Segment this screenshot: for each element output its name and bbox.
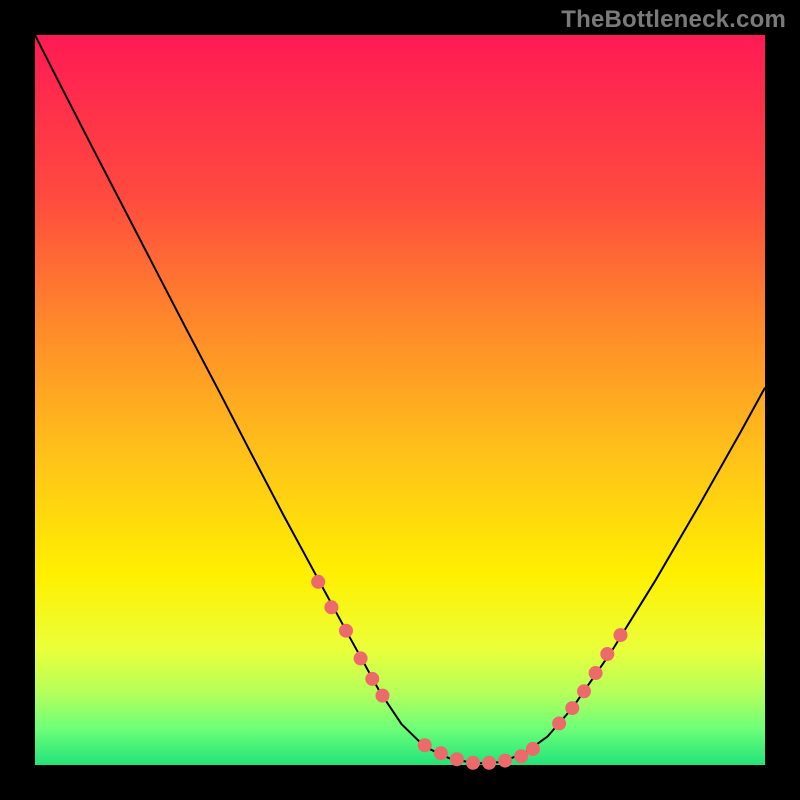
dot [498,754,512,768]
dot [354,651,368,665]
dot [514,749,528,763]
watermark-text: TheBottleneck.com [561,6,786,34]
dot [418,738,432,752]
dot [365,672,379,686]
dot [324,600,338,614]
dot [526,742,540,756]
bottleneck-chart [0,0,800,800]
plot-background [35,35,765,765]
dot [339,624,353,638]
dot [482,756,496,770]
dot [466,756,480,770]
dot [589,666,603,680]
dot [614,628,628,642]
dot [600,647,614,661]
dot [376,689,390,703]
dot [311,575,325,589]
dot [552,716,566,730]
dot [450,752,464,766]
dot [565,701,579,715]
dot [577,684,591,698]
chart-frame: TheBottleneck.com [0,0,800,800]
dot [434,746,448,760]
